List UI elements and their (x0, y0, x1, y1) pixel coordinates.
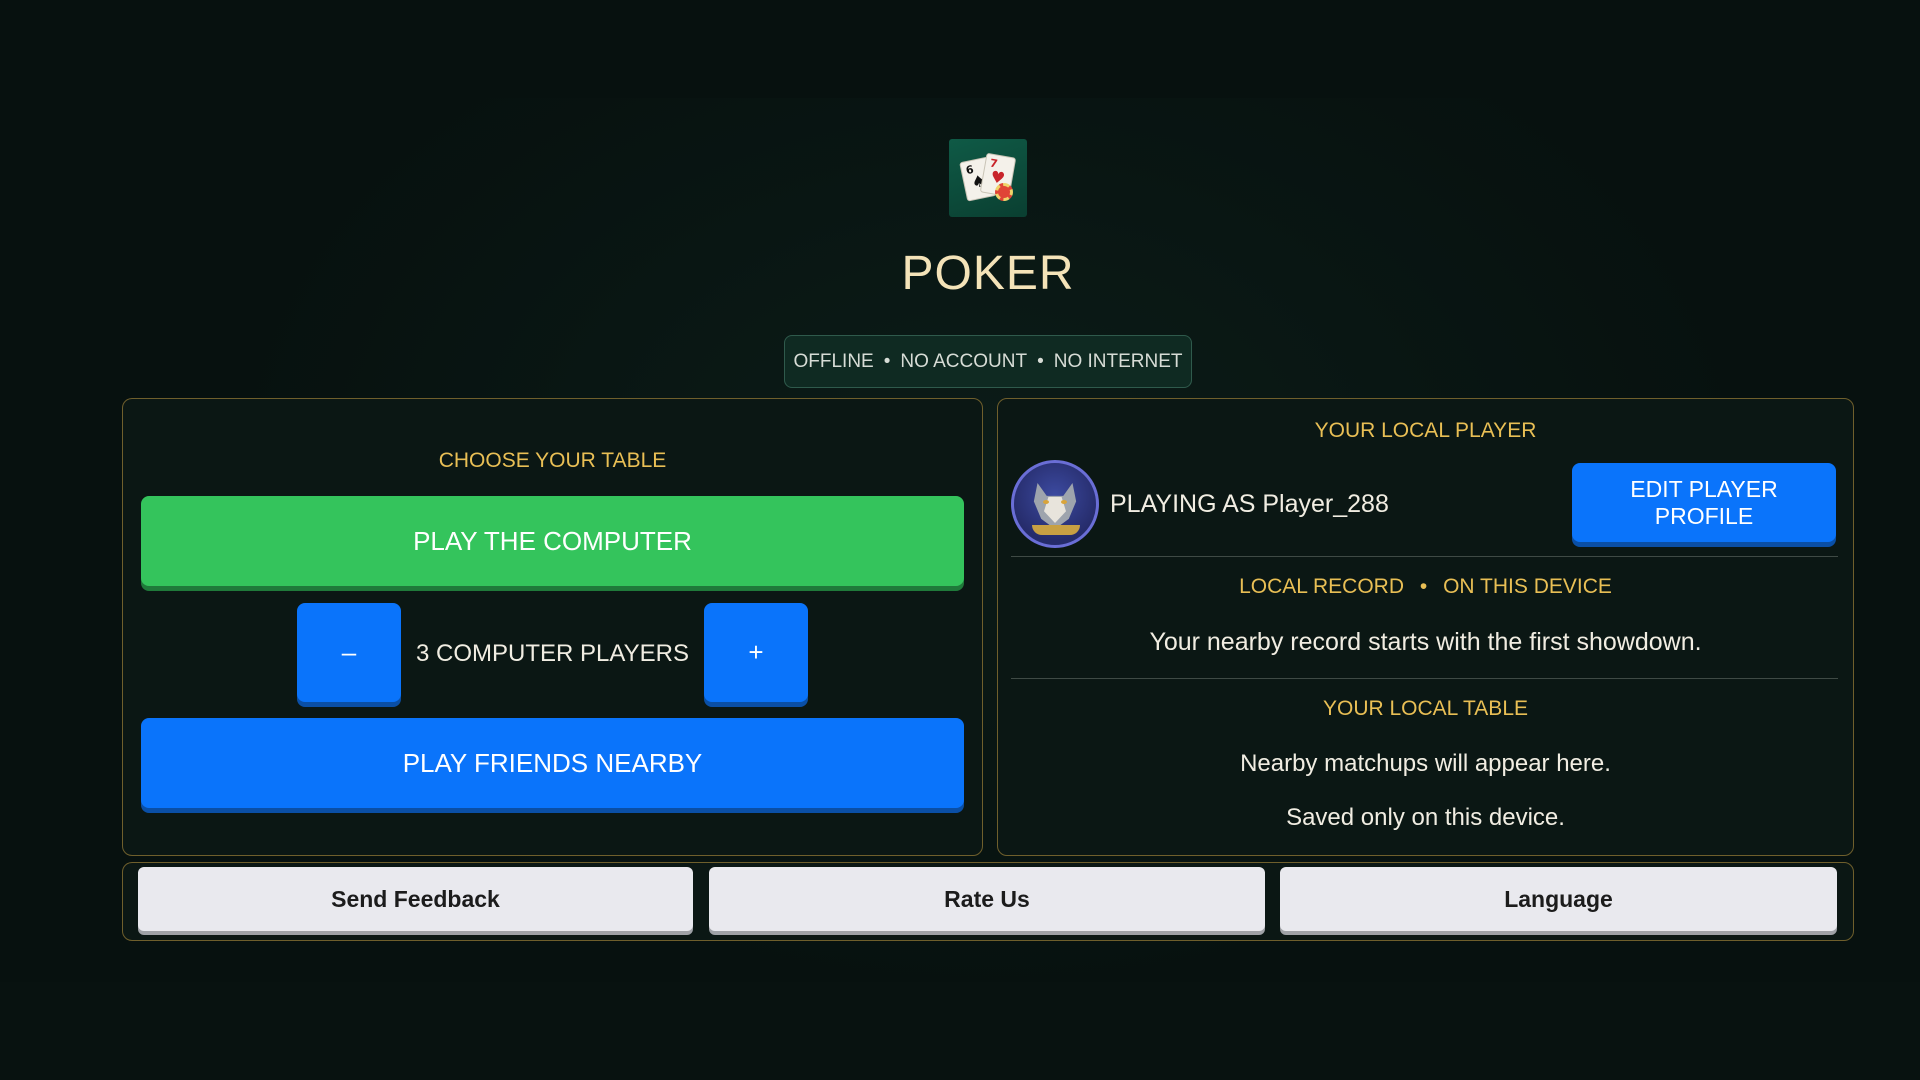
send-feedback-button[interactable]: Send Feedback (138, 867, 693, 931)
playing-cards-icon: 6 ♠ 7 ♥ (949, 139, 1027, 217)
divider (1011, 678, 1838, 679)
status-separator: • (883, 350, 891, 372)
poker-chip-icon (995, 183, 1013, 201)
choose-table-heading: CHOOSE YOUR TABLE (438, 449, 667, 472)
top-band (0, 0, 1920, 98)
avatar (1011, 460, 1099, 548)
increase-players-button[interactable]: + (704, 603, 808, 702)
divider (1011, 556, 1838, 557)
local-player-heading: YOUR LOCAL PLAYER (1314, 419, 1537, 442)
app-screen: 6 ♠ 7 ♥ POKER OFFLINE • NO ACCOUNT • NO … (0, 0, 1920, 1080)
bottom-band (0, 982, 1920, 1080)
app-title: POKER (901, 247, 1075, 300)
language-button[interactable]: Language (1280, 867, 1837, 931)
local-record-heading: LOCAL RECORD • ON THIS DEVICE (1239, 575, 1612, 598)
decrease-players-button[interactable]: – (297, 603, 401, 702)
play-friends-nearby-button[interactable]: PLAY FRIENDS NEARBY (141, 718, 964, 808)
local-table-text: Nearby matchups will appear here. (1240, 750, 1611, 777)
play-computer-button[interactable]: PLAY THE COMPUTER (141, 496, 964, 586)
status-badge: OFFLINE • NO ACCOUNT • NO INTERNET (784, 335, 1192, 388)
local-table-heading: YOUR LOCAL TABLE (1322, 697, 1529, 720)
saved-device-text: Saved only on this device. (1286, 804, 1565, 831)
status-offline: OFFLINE (793, 350, 874, 372)
rate-us-button[interactable]: Rate Us (709, 867, 1265, 931)
computer-players-count: 3 COMPUTER PLAYERS (416, 640, 689, 667)
playing-as-label: PLAYING AS Player_288 (1110, 490, 1389, 518)
status-no-account: NO ACCOUNT (900, 350, 1028, 372)
edit-player-profile-button[interactable]: EDIT PLAYER PROFILE (1572, 463, 1836, 542)
local-record-text: Your nearby record starts with the first… (1149, 628, 1702, 656)
status-separator: • (1037, 350, 1044, 372)
status-no-internet: NO INTERNET (1053, 350, 1183, 372)
